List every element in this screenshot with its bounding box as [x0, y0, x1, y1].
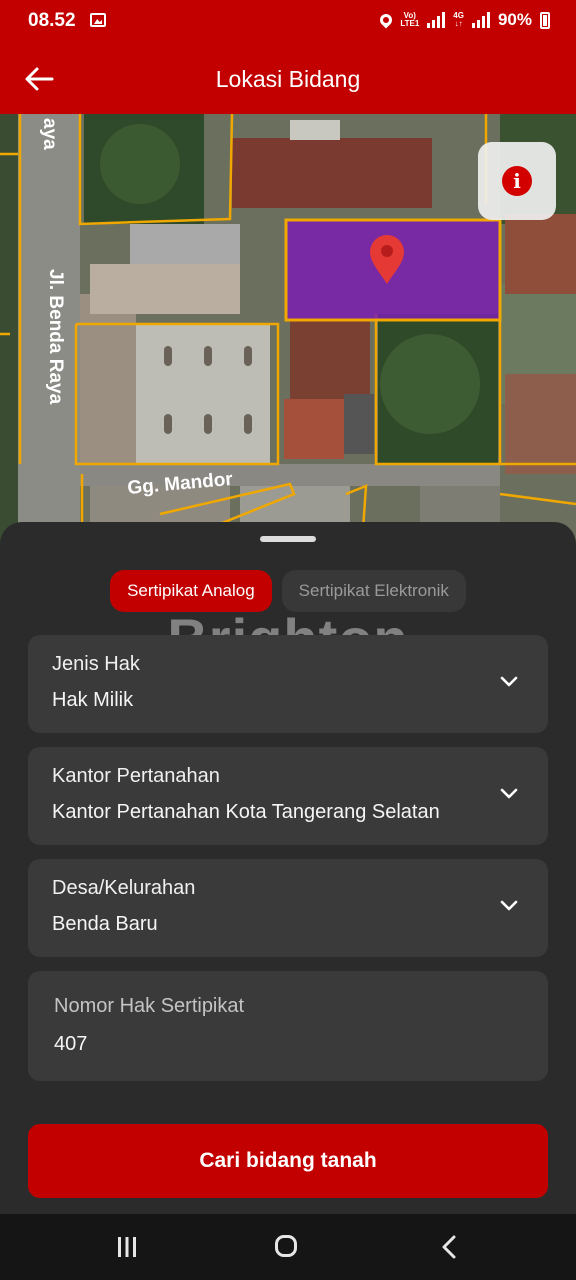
field-label: Desa/Kelurahan — [52, 877, 196, 899]
field-label: Jenis Hak — [52, 653, 140, 675]
jenis-hak-dropdown[interactable]: Jenis Hak Hak Milik — [28, 635, 548, 733]
page-title: Lokasi Bidang — [215, 66, 361, 92]
field-value: Hak Milik — [52, 689, 134, 711]
nomor-hak-input[interactable]: Nomor Hak Sertipikat 407 — [28, 971, 548, 1081]
system-nav-bar — [0, 1214, 576, 1280]
battery-icon — [540, 11, 550, 29]
home-icon[interactable] — [275, 1235, 297, 1257]
info-icon: i — [502, 166, 532, 196]
app-bar: Lokasi Bidang — [0, 44, 576, 114]
tab-sertipikat-elektronik[interactable]: Sertipikat Elektronik — [281, 570, 466, 612]
status-time: 08.52 — [28, 10, 76, 31]
nav-back-icon[interactable] — [440, 1234, 458, 1260]
status-bar: 08.52 Vo) LTE1 4G ↓↑ 90% — [0, 0, 576, 44]
certificate-tabs: Sertipikat Analog Sertipikat Elektronik — [0, 570, 576, 612]
desa-kelurahan-dropdown[interactable]: Desa/Kelurahan Benda Baru — [28, 859, 548, 957]
network-type-indicator: 4G ↓↑ — [453, 11, 464, 28]
recent-apps-icon[interactable] — [116, 1236, 138, 1258]
chevron-down-icon — [500, 900, 518, 911]
chevron-down-icon — [500, 788, 518, 799]
battery-percent: 90% — [497, 10, 532, 29]
status-indicators: Vo) LTE1 4G ↓↑ 90% — [377, 10, 550, 30]
sheet-drag-handle[interactable] — [260, 536, 316, 542]
signal-1-icon — [427, 12, 446, 28]
chevron-down-icon — [500, 676, 518, 687]
cari-bidang-tanah-button[interactable]: Cari bidang tanah — [28, 1124, 548, 1198]
field-label: Nomor Hak Sertipikat — [54, 995, 245, 1017]
street-label-benda-raya: Jl. Benda Raya — [45, 269, 66, 405]
gallery-notification-icon — [90, 13, 106, 27]
location-status-icon — [377, 11, 395, 29]
field-value: Kantor Pertanahan Kota Tangerang Selatan — [52, 801, 440, 823]
info-button[interactable]: i — [478, 142, 556, 220]
kantor-pertanahan-dropdown[interactable]: Kantor Pertanahan Kantor Pertanahan Kota… — [28, 747, 548, 845]
search-sheet: Sertipikat Analog Sertipikat Elektronik … — [0, 522, 576, 1214]
signal-2-icon — [471, 12, 490, 28]
field-value: Benda Baru — [52, 913, 158, 935]
field-value[interactable]: 407 — [54, 1033, 87, 1056]
tab-sertipikat-analog[interactable]: Sertipikat Analog — [110, 570, 272, 612]
volte-indicator: Vo) LTE1 — [400, 11, 420, 28]
street-label-top: aya — [39, 118, 60, 150]
field-label: Kantor Pertanahan — [52, 765, 220, 787]
